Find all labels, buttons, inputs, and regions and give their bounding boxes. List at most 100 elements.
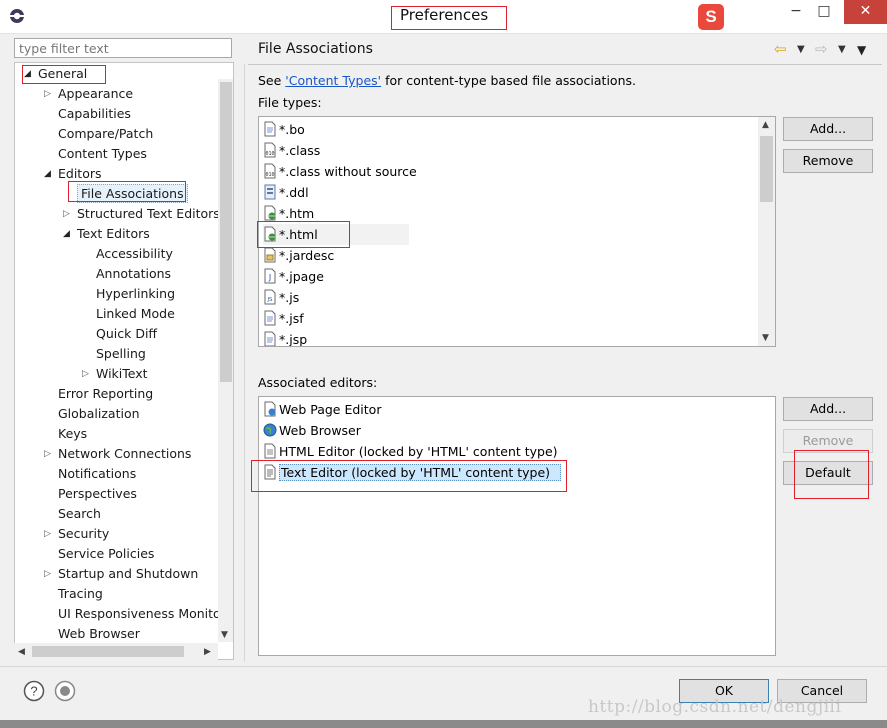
tree-item-label: Search bbox=[58, 506, 101, 521]
maximize-button[interactable]: □ bbox=[810, 0, 838, 24]
file-type-row[interactable]: *.bo bbox=[263, 119, 305, 140]
add-file-type-button[interactable]: Add... bbox=[783, 117, 873, 141]
editor-row[interactable]: Web Page Editor bbox=[263, 399, 381, 420]
collapsed-twisty-icon[interactable]: ▷ bbox=[44, 564, 51, 584]
java-page-icon: J bbox=[263, 268, 279, 284]
tree-item-ui-responsiveness-monitor[interactable]: UI Responsiveness Monitor bbox=[14, 604, 218, 624]
tree-item-hyperlinking[interactable]: Hyperlinking bbox=[14, 284, 218, 304]
tree-item-keys[interactable]: Keys bbox=[14, 424, 218, 444]
file-type-label: *.htm bbox=[279, 206, 315, 221]
close-button[interactable]: ✕ bbox=[844, 0, 887, 24]
tree-item-service-policies[interactable]: Service Policies bbox=[14, 544, 218, 564]
minimize-button[interactable]: − bbox=[782, 0, 810, 24]
file-types-scroll-down-icon[interactable]: ▼ bbox=[762, 333, 769, 343]
content-types-link[interactable]: 'Content Types' bbox=[285, 73, 381, 88]
tree-item-label: Keys bbox=[58, 426, 88, 441]
tree-vertical-scroll-thumb[interactable] bbox=[220, 82, 232, 382]
file-type-row[interactable]: *.jardesc bbox=[263, 245, 334, 266]
import-export-icon[interactable] bbox=[54, 680, 76, 702]
file-types-scroll-up-icon[interactable]: ▲ bbox=[762, 120, 769, 130]
file-type-row[interactable]: *.html bbox=[263, 224, 409, 245]
tree-item-accessibility[interactable]: Accessibility bbox=[14, 244, 218, 264]
add-editor-button[interactable]: Add... bbox=[783, 397, 873, 421]
file-type-label: *.class bbox=[279, 143, 321, 158]
tree-scroll-right-icon[interactable]: ▶ bbox=[204, 647, 211, 657]
tree-item-structured-text-editors[interactable]: ▷ Structured Text Editors bbox=[14, 204, 218, 224]
editor-label: Web Browser bbox=[279, 423, 361, 438]
filter-input[interactable] bbox=[14, 38, 232, 58]
editor-row[interactable]: HTML Editor (locked by 'HTML' content ty… bbox=[263, 441, 558, 462]
tree-item-capabilities[interactable]: Capabilities bbox=[14, 104, 218, 124]
editor-row[interactable]: Web Browser bbox=[263, 420, 361, 441]
file-types-list[interactable]: *.bo 010 *.class 010 *.class without source *… bbox=[258, 116, 776, 347]
tree-item-file-associations[interactable]: File Associations bbox=[14, 184, 218, 204]
tree-scroll-down-icon[interactable]: ▼ bbox=[221, 630, 228, 640]
file-types-label: File types: bbox=[258, 95, 322, 110]
panel-divider bbox=[244, 64, 245, 662]
tree-item-label: WikiText bbox=[96, 366, 148, 381]
file-type-row[interactable]: 010 *.class bbox=[263, 140, 320, 161]
help-icon[interactable]: ? bbox=[23, 680, 45, 702]
tree-item-label: Text Editors bbox=[77, 226, 150, 241]
file-type-row[interactable]: *.htm bbox=[263, 203, 314, 224]
tree-item-editors[interactable]: ◢ Editors bbox=[14, 164, 218, 184]
tree-item-notifications[interactable]: Notifications bbox=[14, 464, 218, 484]
file-type-row[interactable]: *.ddl bbox=[263, 182, 309, 203]
tree-item-text-editors[interactable]: ◢ Text Editors bbox=[14, 224, 218, 244]
tree-item-appearance[interactable]: ▷ Appearance bbox=[14, 84, 218, 104]
collapsed-twisty-icon[interactable]: ▷ bbox=[63, 204, 70, 224]
tree-item-startup-and-shutdown[interactable]: ▷ Startup and Shutdown bbox=[14, 564, 218, 584]
remove-file-type-button[interactable]: Remove bbox=[783, 149, 873, 173]
tree-horizontal-scroll-thumb[interactable] bbox=[32, 646, 184, 657]
tree-item-network-connections[interactable]: ▷ Network Connections bbox=[14, 444, 218, 464]
class-file-icon: 010 bbox=[263, 142, 279, 158]
tree-item-tracing[interactable]: Tracing bbox=[14, 584, 218, 604]
tree-item-quick-diff[interactable]: Quick Diff bbox=[14, 324, 218, 344]
file-type-label: *.jardesc bbox=[279, 248, 335, 263]
tree-scroll-left-icon[interactable]: ◀ bbox=[18, 647, 25, 657]
tree-item-content-types[interactable]: Content Types bbox=[14, 144, 218, 164]
tree-item-label: Content Types bbox=[58, 146, 147, 161]
collapsed-twisty-icon[interactable]: ▷ bbox=[44, 84, 51, 104]
tree-item-linked-mode[interactable]: Linked Mode bbox=[14, 304, 218, 324]
forward-menu-chevron-icon[interactable]: ▼ bbox=[838, 44, 846, 55]
file-type-label: *.ddl bbox=[279, 185, 309, 200]
file-type-row[interactable]: *.jsp bbox=[263, 329, 307, 346]
jar-icon bbox=[263, 247, 279, 263]
collapsed-twisty-icon[interactable]: ▷ bbox=[44, 524, 51, 544]
tree-item-error-reporting[interactable]: Error Reporting bbox=[14, 384, 218, 404]
tree-item-perspectives[interactable]: Perspectives bbox=[14, 484, 218, 504]
remove-editor-button[interactable]: Remove bbox=[783, 429, 873, 453]
file-type-row[interactable]: *.jsf bbox=[263, 308, 304, 329]
tree-item-general[interactable]: ◢ General bbox=[14, 64, 218, 84]
tree-item-spelling[interactable]: Spelling bbox=[14, 344, 218, 364]
back-arrow-icon[interactable]: ⇦ bbox=[774, 40, 787, 58]
file-type-row[interactable]: JS *.js bbox=[263, 287, 299, 308]
expanded-twisty-icon[interactable]: ◢ bbox=[63, 224, 70, 244]
tree-item-web-browser[interactable]: Web Browser bbox=[14, 624, 218, 642]
associated-editors-list[interactable]: Web Page Editor Web Browser HTML Editor (l… bbox=[258, 396, 776, 656]
expanded-twisty-icon[interactable]: ◢ bbox=[24, 64, 31, 84]
file-type-row[interactable]: 010 *.class without source bbox=[263, 161, 417, 182]
editor-row[interactable]: Text Editor (locked by 'HTML' content ty… bbox=[263, 462, 562, 483]
tree-item-globalization[interactable]: Globalization bbox=[14, 404, 218, 424]
tree-item-search[interactable]: Search bbox=[14, 504, 218, 524]
tree-item-security[interactable]: ▷ Security bbox=[14, 524, 218, 544]
tree-item-compare-patch[interactable]: Compare/Patch bbox=[14, 124, 218, 144]
file-types-scroll-thumb[interactable] bbox=[760, 136, 773, 202]
tree-item-label: Compare/Patch bbox=[58, 126, 154, 141]
web-doc-icon bbox=[263, 205, 279, 221]
default-editor-button[interactable]: Default bbox=[783, 461, 873, 485]
back-menu-chevron-icon[interactable]: ▼ bbox=[797, 44, 805, 55]
expanded-twisty-icon[interactable]: ◢ bbox=[44, 164, 51, 184]
collapsed-twisty-icon[interactable]: ▷ bbox=[44, 444, 51, 464]
forward-arrow-icon[interactable]: ⇨ bbox=[815, 40, 828, 58]
view-menu-icon[interactable]: ▼ bbox=[857, 43, 866, 57]
file-type-label: *.jsf bbox=[279, 311, 304, 326]
collapsed-twisty-icon[interactable]: ▷ bbox=[82, 364, 89, 384]
tree-item-label: Network Connections bbox=[58, 446, 192, 461]
svg-text:JS: JS bbox=[266, 297, 273, 303]
tree-item-annotations[interactable]: Annotations bbox=[14, 264, 218, 284]
tree-item-wikitext[interactable]: ▷ WikiText bbox=[14, 364, 218, 384]
file-type-row[interactable]: J *.jpage bbox=[263, 266, 324, 287]
